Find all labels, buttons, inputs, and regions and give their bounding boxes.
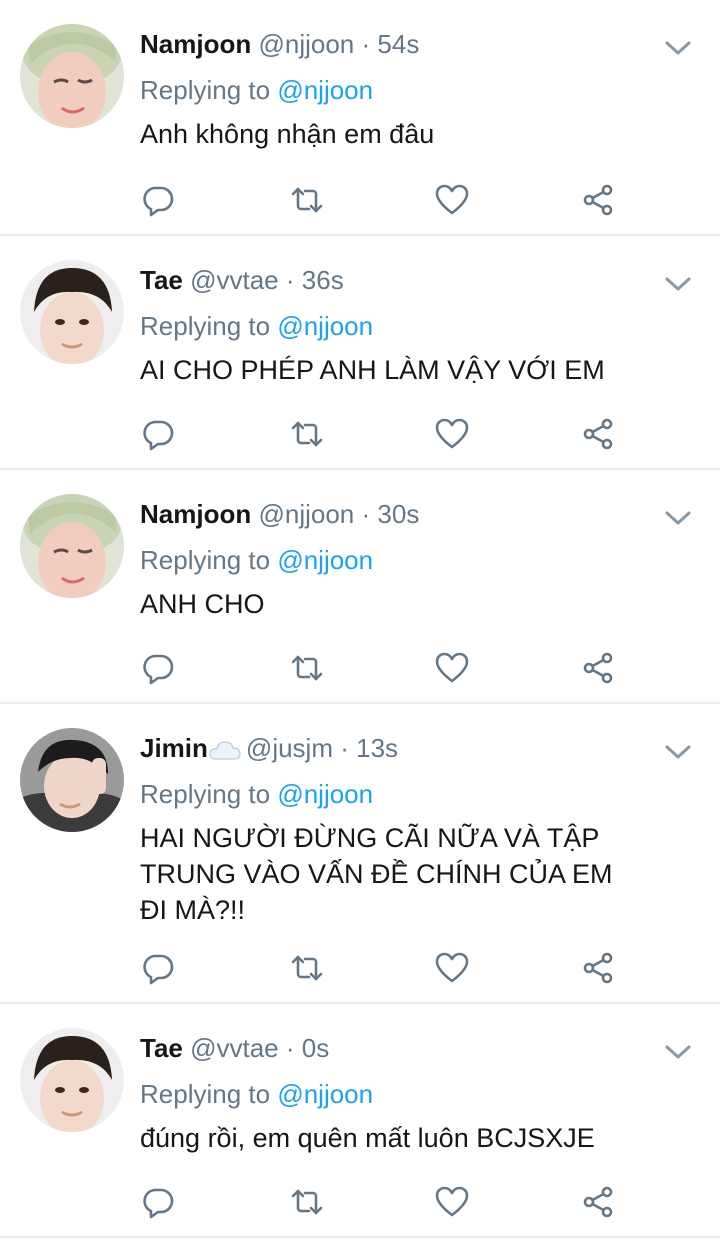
tweet-text-line: ANH CHO xyxy=(140,589,265,619)
like-icon[interactable] xyxy=(434,182,470,218)
chevron-down-icon[interactable] xyxy=(664,508,692,528)
author-name[interactable]: Namjoon xyxy=(140,499,251,529)
separator: · xyxy=(285,1033,295,1063)
tweet-text: đúng rồi, em quên mất luôn BCJSXJE xyxy=(140,1120,680,1156)
timestamp[interactable]: 54s xyxy=(377,29,419,59)
author-handle[interactable]: @jusjm xyxy=(246,733,333,763)
replying-to: Replying to @njjoon xyxy=(140,777,373,811)
retweet-icon[interactable] xyxy=(289,182,325,218)
like-icon[interactable] xyxy=(434,416,470,452)
replying-to: Replying to @njjoon xyxy=(140,309,373,343)
replying-to-label: Replying to xyxy=(140,311,271,341)
reply-mention-link[interactable]: @njjoon xyxy=(277,779,373,809)
tweet-text: AI CHO PHÉP ANH LÀM VẬY VỚI EM xyxy=(140,352,680,388)
share-icon[interactable] xyxy=(580,650,616,686)
tweet-text-line: đúng rồi, em quên mất luôn BCJSXJE xyxy=(140,1123,595,1153)
avatar[interactable] xyxy=(20,260,124,364)
replying-to: Replying to @njjoon xyxy=(140,1077,373,1111)
avatar[interactable] xyxy=(20,728,124,832)
share-icon[interactable] xyxy=(580,1184,616,1220)
reply-icon[interactable] xyxy=(140,1184,176,1220)
separator: · xyxy=(361,499,371,529)
share-icon[interactable] xyxy=(580,182,616,218)
tweet[interactable]: Tae @vvtae · 36s Replying to @njjoon AI CH… xyxy=(0,236,720,468)
share-icon[interactable] xyxy=(580,416,616,452)
author-handle[interactable]: @vvtae xyxy=(190,1033,279,1063)
share-icon[interactable] xyxy=(580,950,616,986)
reply-mention-link[interactable]: @njjoon xyxy=(277,545,373,575)
like-icon[interactable] xyxy=(434,650,470,686)
author-handle[interactable]: @njjoon xyxy=(258,499,354,529)
author-name[interactable]: Jimin xyxy=(140,733,208,763)
tweet[interactable]: Namjoon @njjoon · 30s Replying to @njjoon… xyxy=(0,470,720,702)
reply-icon[interactable] xyxy=(140,950,176,986)
chevron-down-icon[interactable] xyxy=(664,274,692,294)
reply-icon[interactable] xyxy=(140,416,176,452)
tweet[interactable]: Jimin @jusjm · 13s Replying to @njjoon HAI … xyxy=(0,704,720,1002)
avatar[interactable] xyxy=(20,24,124,128)
tweet-text-line: HAI NGƯỜI ĐỪNG CÃI NỮA VÀ TẬP xyxy=(140,823,600,853)
chevron-down-icon[interactable] xyxy=(664,742,692,762)
reply-icon[interactable] xyxy=(140,182,176,218)
tweet-text-line: Anh không nhận em đâu xyxy=(140,119,435,149)
retweet-icon[interactable] xyxy=(289,1184,325,1220)
like-icon[interactable] xyxy=(434,1184,470,1220)
separator: · xyxy=(285,265,295,295)
avatar[interactable] xyxy=(20,494,124,598)
reply-mention-link[interactable]: @njjoon xyxy=(277,1079,373,1109)
reply-mention-link[interactable]: @njjoon xyxy=(277,75,373,105)
tweet-text-line: ĐI MÀ?!! xyxy=(140,895,246,925)
replying-to: Replying to @njjoon xyxy=(140,543,373,577)
tweet-header: Namjoon @njjoon · 54s xyxy=(140,27,419,61)
chevron-down-icon[interactable] xyxy=(664,1042,692,1062)
tweet[interactable]: Namjoon @njjoon · 54s Replying to @njjoon… xyxy=(0,0,720,234)
separator: · xyxy=(361,29,371,59)
replying-to-label: Replying to xyxy=(140,1079,271,1109)
timestamp[interactable]: 36s xyxy=(302,265,344,295)
tweet-header: Jimin @jusjm · 13s xyxy=(140,731,398,765)
separator: · xyxy=(340,733,349,763)
cloud-icon xyxy=(209,741,241,760)
tweet-text: ANH CHO xyxy=(140,586,680,622)
tweet-text-line: TRUNG VÀO VẤN ĐỀ CHÍNH CỦA EM xyxy=(140,859,613,889)
tweet-header: Tae @vvtae · 0s xyxy=(140,1031,329,1065)
replying-to: Replying to @njjoon xyxy=(140,73,373,107)
timestamp[interactable]: 30s xyxy=(377,499,419,529)
tweet[interactable]: Tae @vvtae · 0s Replying to @njjoon đúng r… xyxy=(0,1004,720,1236)
timestamp[interactable]: 0s xyxy=(302,1033,329,1063)
replying-to-label: Replying to xyxy=(140,779,271,809)
replying-to-label: Replying to xyxy=(140,75,271,105)
tweet-header: Namjoon @njjoon · 30s xyxy=(140,497,419,531)
author-name[interactable]: Namjoon xyxy=(140,29,251,59)
chevron-down-icon[interactable] xyxy=(664,38,692,58)
retweet-icon[interactable] xyxy=(289,416,325,452)
author-handle[interactable]: @njjoon xyxy=(258,29,354,59)
avatar[interactable] xyxy=(20,1028,124,1132)
timestamp[interactable]: 13s xyxy=(356,733,398,763)
tweet-text-line: AI CHO PHÉP ANH LÀM VẬY VỚI EM xyxy=(140,355,605,385)
author-name[interactable]: Tae xyxy=(140,265,183,295)
tweet-text: Anh không nhận em đâu xyxy=(140,116,680,152)
tweet-header: Tae @vvtae · 36s xyxy=(140,263,344,297)
replying-to-label: Replying to xyxy=(140,545,271,575)
reply-mention-link[interactable]: @njjoon xyxy=(277,311,373,341)
divider xyxy=(0,1236,720,1238)
reply-icon[interactable] xyxy=(140,650,176,686)
like-icon[interactable] xyxy=(434,950,470,986)
retweet-icon[interactable] xyxy=(289,650,325,686)
retweet-icon[interactable] xyxy=(289,950,325,986)
author-handle[interactable]: @vvtae xyxy=(190,265,279,295)
tweet-timeline: Namjoon @njjoon · 54s Replying to @njjoon… xyxy=(0,0,720,1253)
author-name[interactable]: Tae xyxy=(140,1033,183,1063)
tweet-text: HAI NGƯỜI ĐỪNG CÃI NỮA VÀ TẬP TRUNG VÀO V… xyxy=(140,820,680,928)
